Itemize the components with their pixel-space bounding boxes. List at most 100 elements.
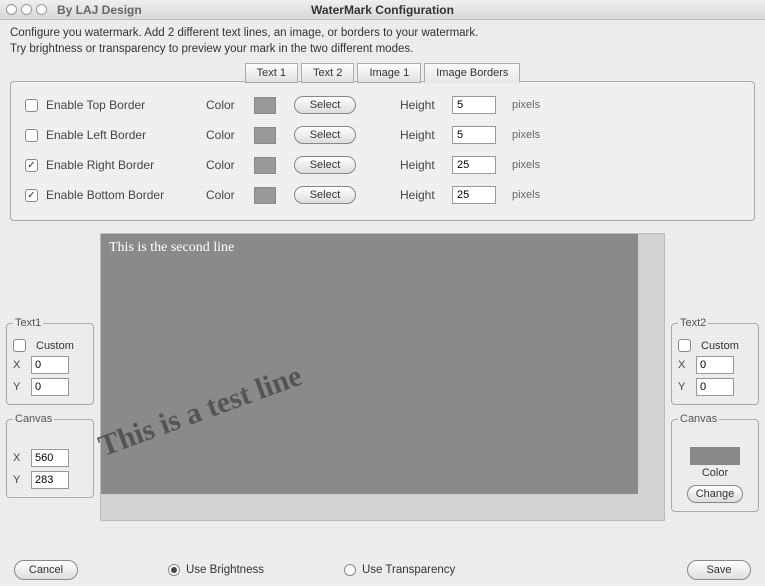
close-icon[interactable] (6, 4, 17, 15)
top-height-input[interactable] (452, 96, 496, 114)
canvas-left-x-row: X (13, 449, 87, 467)
color-label: Color (206, 128, 254, 142)
canvas-right-legend: Canvas (678, 413, 719, 425)
borders-panel: Enable Top Border Color Select Height pi… (10, 81, 755, 221)
canvas-left-fieldset: Canvas X Y (6, 413, 94, 498)
left-color-swatch[interactable] (254, 127, 276, 144)
enable-top-checkbox[interactable] (25, 99, 38, 112)
author-label: By LAJ Design (57, 3, 142, 17)
enable-right-checkbox[interactable] (25, 159, 38, 172)
text2-x-row: X (678, 356, 752, 374)
text1-x-label: X (13, 359, 25, 371)
use-transparency-option[interactable]: Use Transparency (344, 564, 455, 576)
help-text: Configure you watermark. Add 2 different… (0, 20, 765, 61)
left-select-button[interactable]: Select (294, 126, 356, 144)
window-titlebar: By LAJ Design WaterMark Configuration (0, 0, 765, 20)
enable-top-label: Enable Top Border (46, 98, 206, 112)
bottom-bar: Cancel Use Brightness Use Transparency S… (0, 560, 765, 580)
zoom-icon[interactable] (36, 4, 47, 15)
radio-icon (168, 564, 180, 576)
enable-left-label: Enable Left Border (46, 128, 206, 142)
border-row-left: Enable Left Border Color Select Height p… (11, 120, 754, 150)
tab-text2[interactable]: Text 2 (301, 63, 354, 83)
color-label: Color (206, 98, 254, 112)
text2-fieldset: Text2 Custom X Y (671, 317, 759, 405)
save-button[interactable]: Save (687, 560, 751, 580)
radio-icon (344, 564, 356, 576)
right-select-button[interactable]: Select (294, 156, 356, 174)
cancel-button[interactable]: Cancel (14, 560, 78, 580)
canvas-left-y-input[interactable] (31, 471, 69, 489)
canvas-change-button[interactable]: Change (687, 485, 743, 503)
canvas-left-x-label: X (13, 452, 25, 464)
height-label: Height (400, 188, 452, 202)
canvas-color-swatch[interactable] (690, 447, 740, 465)
enable-bottom-checkbox[interactable] (25, 189, 38, 202)
preview-inner: This is the second line This is a test l… (101, 234, 638, 494)
enable-left-checkbox[interactable] (25, 129, 38, 142)
text1-y-input[interactable] (31, 378, 69, 396)
bottom-height-input[interactable] (452, 186, 496, 204)
right-height-input[interactable] (452, 156, 496, 174)
text1-y-label: Y (13, 381, 25, 393)
height-label: Height (400, 128, 452, 142)
canvas-color-label: Color (678, 467, 752, 479)
preview-text-line1: This is a test line (94, 359, 306, 464)
tab-image-borders[interactable]: Image Borders (424, 63, 520, 83)
border-row-top: Enable Top Border Color Select Height pi… (11, 90, 754, 120)
display-mode-group: Use Brightness Use Transparency (168, 564, 455, 576)
use-transparency-label: Use Transparency (362, 564, 455, 576)
right-color-swatch[interactable] (254, 157, 276, 174)
use-brightness-label: Use Brightness (186, 564, 264, 576)
text1-y-row: Y (13, 378, 87, 396)
text2-y-input[interactable] (696, 378, 734, 396)
top-color-swatch[interactable] (254, 97, 276, 114)
use-brightness-option[interactable]: Use Brightness (168, 564, 264, 576)
text2-x-input[interactable] (696, 356, 734, 374)
right-side-panels: Text2 Custom X Y Canvas Color Change (671, 229, 759, 525)
canvas-left-y-label: Y (13, 474, 25, 486)
color-label: Color (206, 158, 254, 172)
text2-custom-checkbox[interactable] (678, 339, 691, 352)
tab-bar: Text 1 Text 2 Image 1 Image Borders (0, 62, 765, 82)
canvas-left-legend: Canvas (13, 413, 54, 425)
left-height-input[interactable] (452, 126, 496, 144)
enable-bottom-label: Enable Bottom Border (46, 188, 206, 202)
text2-y-label: Y (678, 381, 690, 393)
text2-x-label: X (678, 359, 690, 371)
text2-custom-label: Custom (701, 340, 739, 352)
canvas-left-x-input[interactable] (31, 449, 69, 467)
bottom-select-button[interactable]: Select (294, 186, 356, 204)
help-line-2: Try brightness or transparency to previe… (10, 42, 755, 58)
unit-label: pixels (512, 129, 540, 141)
canvas-left-y-row: Y (13, 471, 87, 489)
border-row-bottom: Enable Bottom Border Color Select Height… (11, 180, 754, 210)
text2-y-row: Y (678, 378, 752, 396)
help-line-1: Configure you watermark. Add 2 different… (10, 26, 755, 42)
minimize-icon[interactable] (21, 4, 32, 15)
unit-label: pixels (512, 159, 540, 171)
border-row-right: Enable Right Border Color Select Height … (11, 150, 754, 180)
preview-area: This is the second line This is a test l… (94, 229, 671, 525)
canvas-right-fieldset: Canvas Color Change (671, 413, 759, 512)
text1-x-input[interactable] (31, 356, 69, 374)
tab-text1[interactable]: Text 1 (245, 63, 298, 83)
unit-label: pixels (512, 99, 540, 111)
text2-legend: Text2 (678, 317, 708, 329)
text1-custom-label: Custom (36, 340, 74, 352)
tab-image1[interactable]: Image 1 (357, 63, 421, 83)
height-label: Height (400, 158, 452, 172)
middle-area: Text1 Custom X Y Canvas X Y (0, 229, 765, 525)
text1-legend: Text1 (13, 317, 43, 329)
height-label: Height (400, 98, 452, 112)
left-side-panels: Text1 Custom X Y Canvas X Y (6, 229, 94, 525)
preview-text-line2: This is the second line (109, 240, 234, 256)
color-label: Color (206, 188, 254, 202)
text1-custom-checkbox[interactable] (13, 339, 26, 352)
text2-custom-row: Custom (678, 339, 752, 352)
bottom-color-swatch[interactable] (254, 187, 276, 204)
top-select-button[interactable]: Select (294, 96, 356, 114)
text1-fieldset: Text1 Custom X Y (6, 317, 94, 405)
text1-x-row: X (13, 356, 87, 374)
text1-custom-row: Custom (13, 339, 87, 352)
